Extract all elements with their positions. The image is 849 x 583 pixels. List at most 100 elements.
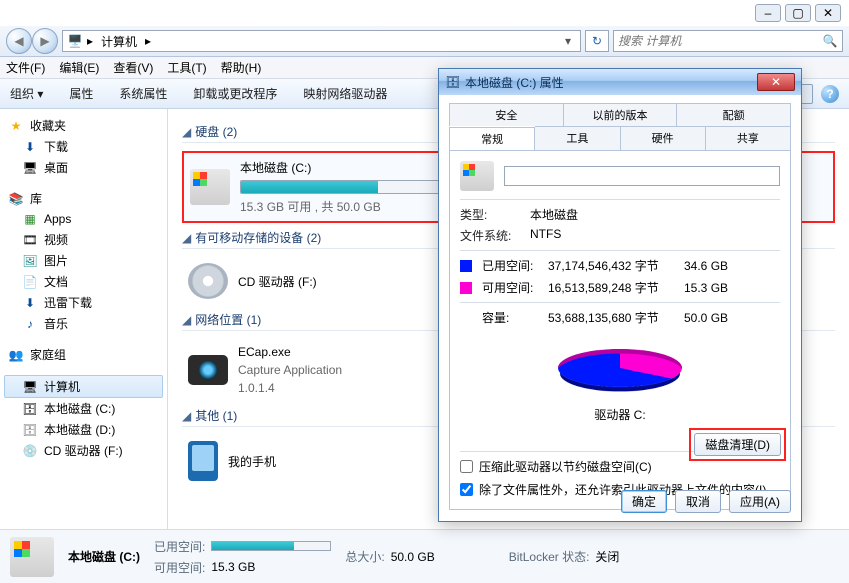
tool-properties[interactable]: 属性: [69, 85, 93, 102]
search-icon: 🔍: [822, 33, 838, 49]
details-pane: 本地磁盘 (C:) 已用空间: 可用空间: 15.3 GB 总大小: 50.0 GB…: [0, 529, 849, 583]
tool-uninstall[interactable]: 卸载或更改程序: [193, 85, 277, 102]
tool-map-drive[interactable]: 映射网络驱动器: [303, 85, 387, 102]
sidebar-homegroup[interactable]: 👥家庭组: [4, 344, 163, 365]
used-label: 已用空间:: [482, 257, 542, 274]
capacity-gb: 50.0 GB: [684, 311, 740, 325]
disk-cleanup-button[interactable]: 磁盘清理(D): [694, 433, 781, 456]
homegroup-icon: 👥: [8, 347, 24, 363]
details-bitlocker-value: 关闭: [595, 548, 619, 565]
address-dropdown[interactable]: ▾: [560, 34, 576, 48]
details-used-label: 已用空间:: [154, 538, 205, 555]
tab-tools[interactable]: 工具: [535, 126, 620, 150]
sidebar-xunlei[interactable]: ⬇迅雷下载: [4, 292, 163, 313]
used-color-swatch: [460, 260, 472, 272]
compress-checkbox[interactable]: [460, 460, 473, 473]
sidebar-libraries[interactable]: 📚库: [4, 188, 163, 209]
cd-icon: 💿: [22, 443, 38, 459]
music-icon: ♪: [22, 316, 38, 332]
download-icon: ⬇: [22, 139, 38, 155]
documents-icon: 📄: [22, 274, 38, 290]
nav-forward-button[interactable]: ▶: [32, 28, 58, 54]
drive-c-usage-bar: [240, 180, 440, 194]
ok-button[interactable]: 确定: [621, 490, 667, 513]
details-total-label: 总大小:: [345, 548, 384, 565]
drive-label-input[interactable]: [504, 166, 780, 186]
sidebar-drive-c[interactable]: 🗄本地磁盘 (C:): [4, 398, 163, 419]
sidebar-computer[interactable]: 🖥计算机: [4, 375, 163, 398]
apply-button[interactable]: 应用(A): [729, 490, 791, 513]
free-gb: 15.3 GB: [684, 281, 740, 295]
sidebar-downloads[interactable]: ⬇下载: [4, 136, 163, 157]
minimize-button[interactable]: –: [755, 4, 781, 22]
sidebar-apps[interactable]: ▦Apps: [4, 209, 163, 229]
fs-label: 文件系统:: [460, 227, 530, 244]
xunlei-icon: ⬇: [22, 295, 38, 311]
sidebar-music[interactable]: ♪音乐: [4, 313, 163, 334]
drive-icon: [460, 161, 494, 191]
sidebar-drive-d[interactable]: 🗄本地磁盘 (D:): [4, 419, 163, 440]
drive-icon: 🗄: [22, 422, 38, 438]
tool-system-properties[interactable]: 系统属性: [119, 85, 167, 102]
usage-pie-chart: [558, 349, 682, 387]
dialog-titlebar[interactable]: 🗄 本地磁盘 (C:) 属性 ✕: [439, 69, 801, 95]
breadcrumb-root-arrow[interactable]: ▸: [83, 34, 97, 48]
camera-icon: [188, 355, 228, 385]
sidebar-cd[interactable]: 💿CD 驱动器 (F:): [4, 440, 163, 461]
menu-edit[interactable]: 编辑(E): [59, 59, 99, 76]
details-usage-bar: [211, 541, 331, 551]
capacity-label: 容量:: [482, 309, 542, 326]
address-bar[interactable]: 🖥️ ▸ 计算机 ▸ ▾: [62, 30, 581, 52]
tab-general-panel: 类型:本地磁盘 文件系统:NTFS 已用空间: 37,174,546,432 字…: [449, 150, 791, 510]
compress-label: 压缩此驱动器以节约磁盘空间(C): [479, 458, 652, 475]
index-checkbox[interactable]: [460, 483, 473, 496]
sidebar-videos[interactable]: 🎞视频: [4, 229, 163, 250]
drive-icon: 🗄: [22, 401, 38, 417]
sidebar-favorites[interactable]: ★收藏夹: [4, 115, 163, 136]
tab-general[interactable]: 常规: [449, 127, 535, 151]
fs-value: NTFS: [530, 227, 780, 244]
search-box[interactable]: 🔍: [613, 30, 843, 52]
used-gb: 34.6 GB: [684, 259, 740, 273]
type-label: 类型:: [460, 206, 530, 223]
drive-c-icon: [190, 169, 230, 205]
free-label: 可用空间:: [482, 279, 542, 296]
tab-previous-versions[interactable]: 以前的版本: [564, 103, 678, 126]
menu-help[interactable]: 帮助(H): [221, 59, 262, 76]
cancel-button[interactable]: 取消: [675, 490, 721, 513]
menu-tools[interactable]: 工具(T): [167, 59, 206, 76]
cd-icon: [188, 263, 228, 299]
details-total-value: 50.0 GB: [391, 550, 435, 564]
breadcrumb-computer[interactable]: 计算机: [97, 33, 141, 50]
details-drive-icon: [10, 537, 54, 577]
details-title: 本地磁盘 (C:): [68, 548, 140, 565]
maximize-button[interactable]: ▢: [785, 4, 811, 22]
menu-view[interactable]: 查看(V): [113, 59, 153, 76]
refresh-button[interactable]: ↻: [585, 30, 609, 52]
dialog-close-button[interactable]: ✕: [757, 73, 795, 91]
dialog-title: 本地磁盘 (C:) 属性: [465, 74, 564, 91]
free-bytes: 16,513,589,248 字节: [548, 279, 678, 296]
details-free-value: 15.3 GB: [211, 560, 255, 574]
breadcrumb-arrow[interactable]: ▸: [141, 34, 155, 48]
nav-back-button[interactable]: ◀: [6, 28, 32, 54]
nav-pane: ★收藏夹 ⬇下载 🖥桌面 📚库 ▦Apps 🎞视频 🖼图片 📄文档 ⬇迅雷下载 …: [0, 109, 168, 529]
sidebar-desktop[interactable]: 🖥桌面: [4, 157, 163, 178]
computer-icon: 🖥️: [67, 33, 83, 49]
tab-quota[interactable]: 配额: [677, 103, 791, 126]
apps-icon: ▦: [22, 211, 38, 227]
details-free-label: 可用空间:: [154, 559, 205, 576]
pie-drive-label: 驱动器 C:: [460, 406, 780, 423]
search-input[interactable]: [618, 34, 822, 48]
tab-sharing[interactable]: 共享: [706, 126, 791, 150]
menu-file[interactable]: 文件(F): [6, 59, 45, 76]
close-button[interactable]: ✕: [815, 4, 841, 22]
tool-organize[interactable]: 组织 ▾: [10, 85, 43, 102]
sidebar-documents[interactable]: 📄文档: [4, 271, 163, 292]
tab-hardware[interactable]: 硬件: [621, 126, 706, 150]
library-icon: 📚: [8, 191, 24, 207]
tab-security[interactable]: 安全: [449, 103, 564, 126]
drive-icon: 🗄: [445, 74, 461, 90]
sidebar-pictures[interactable]: 🖼图片: [4, 250, 163, 271]
help-icon[interactable]: ?: [821, 85, 839, 103]
